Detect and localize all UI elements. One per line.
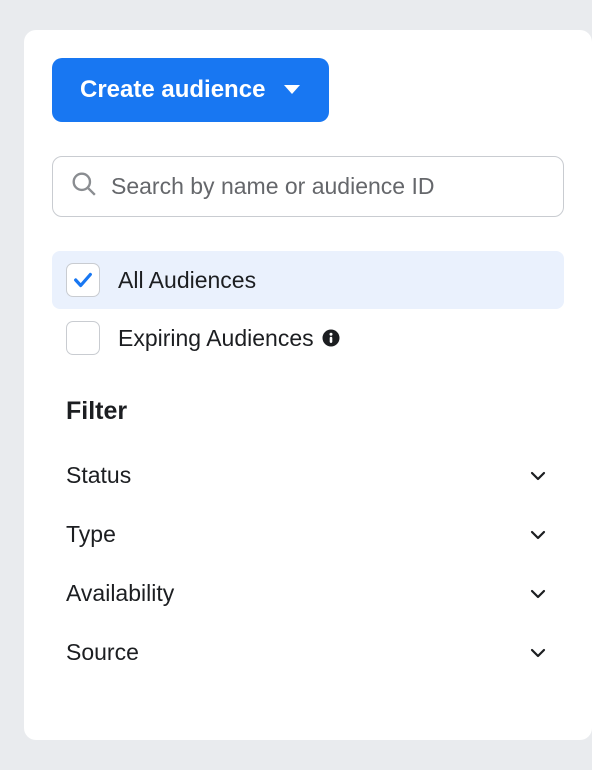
create-audience-button[interactable]: Create audience (52, 58, 329, 122)
create-audience-label: Create audience (80, 76, 265, 104)
filter-label: Status (66, 462, 131, 489)
audiences-panel: Create audience All Audiences (24, 30, 592, 740)
chevron-down-icon (528, 466, 548, 486)
chevron-down-icon (528, 643, 548, 663)
chevron-down-icon (528, 525, 548, 545)
search-input[interactable] (111, 173, 545, 200)
filter-label: Source (66, 639, 139, 666)
info-icon[interactable] (322, 329, 340, 347)
chevron-down-icon (528, 584, 548, 604)
filter-status[interactable]: Status (52, 446, 564, 505)
all-audiences-label: All Audiences (118, 267, 256, 294)
search-icon (71, 171, 97, 202)
checkbox-unchecked[interactable] (66, 321, 100, 355)
expiring-audiences-label: Expiring Audiences (118, 325, 314, 352)
filter-type[interactable]: Type (52, 505, 564, 564)
search-field[interactable] (52, 156, 564, 217)
audience-type-list: All Audiences Expiring Audiences (52, 251, 564, 367)
filter-label: Type (66, 521, 116, 548)
caret-down-icon (283, 76, 301, 104)
checkbox-checked[interactable] (66, 263, 100, 297)
audience-filter-expiring[interactable]: Expiring Audiences (52, 309, 564, 367)
filter-heading: Filter (52, 397, 564, 426)
filter-list: Status Type Availability Source (52, 446, 564, 682)
filter-availability[interactable]: Availability (52, 564, 564, 623)
audience-filter-all[interactable]: All Audiences (52, 251, 564, 309)
filter-label: Availability (66, 580, 174, 607)
checkbox-label: Expiring Audiences (118, 325, 340, 352)
filter-source[interactable]: Source (52, 623, 564, 682)
checkbox-label: All Audiences (118, 267, 256, 294)
